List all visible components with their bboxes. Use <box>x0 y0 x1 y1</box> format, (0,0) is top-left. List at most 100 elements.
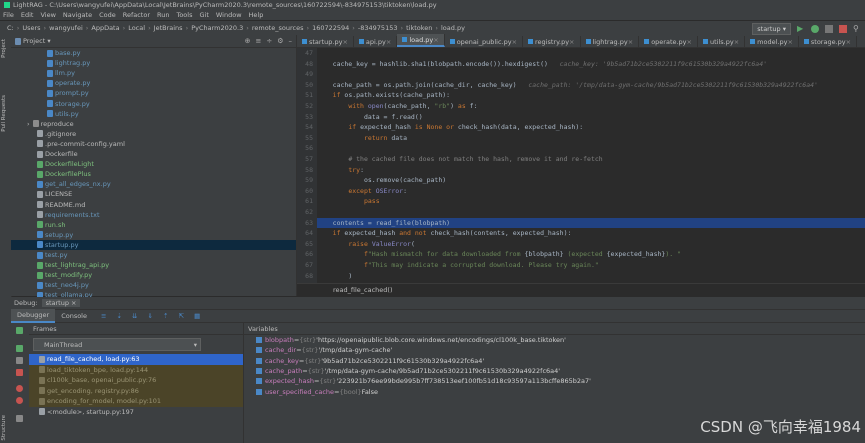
menu-item-git[interactable]: Git <box>199 11 208 19</box>
close-icon[interactable]: × <box>569 38 574 46</box>
editor-tab[interactable]: utils.py × <box>698 36 746 47</box>
project-tree-item[interactable]: README.md <box>11 200 296 210</box>
project-tree-item[interactable]: Dockerfile <box>11 149 296 159</box>
tab-console[interactable]: Console <box>55 310 93 322</box>
close-icon[interactable]: × <box>433 36 438 44</box>
close-icon[interactable]: × <box>846 38 851 46</box>
breadcrumb-item[interactable]: remote_sources <box>249 24 307 32</box>
editor-tab[interactable]: load.py × <box>397 34 445 47</box>
close-icon[interactable]: × <box>687 38 692 46</box>
project-tree-item[interactable]: DockerfileLight <box>11 159 296 169</box>
variable-row[interactable]: cache_path = {str} '/tmp/data-gym-cache/… <box>244 366 865 376</box>
tool-tab-pull-requests[interactable]: Pull Requests <box>1 95 7 132</box>
project-tree-item[interactable]: requirements.txt <box>11 210 296 220</box>
project-tree-item[interactable]: DockerfilePlus <box>11 169 296 179</box>
close-icon[interactable]: × <box>787 38 792 46</box>
rerun-icon[interactable] <box>16 327 23 334</box>
project-title[interactable]: Project <box>23 37 45 45</box>
close-icon[interactable]: × <box>386 38 391 46</box>
editor-tab[interactable]: model.py × <box>745 36 799 47</box>
breadcrumb-item[interactable]: -834975153 <box>355 24 401 32</box>
variable-row[interactable]: blobpath = {str} 'https://openaipublic.b… <box>244 335 865 345</box>
breadcrumb-item[interactable]: tiktoken <box>403 24 435 32</box>
settings-icon[interactable] <box>16 415 23 422</box>
tool-tab-structure[interactable]: Structure <box>1 415 7 441</box>
stop-debug-icon[interactable] <box>16 369 23 376</box>
project-tree-item[interactable]: LICENSE <box>11 189 296 199</box>
breadcrumb-item[interactable]: Local <box>125 24 148 32</box>
thread-select[interactable]: MainThread ▾ <box>33 338 201 351</box>
collapse-icon[interactable]: ≡ <box>255 37 261 45</box>
variable-row[interactable]: cache_dir = {str} '/tmp/data-gym-cache' <box>244 345 865 355</box>
editor-tab[interactable]: lightrag.py × <box>581 36 640 47</box>
stack-frame[interactable]: get_encoding, registry.py:86 <box>29 385 243 396</box>
project-tree-item[interactable]: .gitignore <box>11 129 296 139</box>
project-tree-item[interactable]: lightrag.py <box>11 58 296 68</box>
project-tree-item[interactable]: › reproduce <box>11 119 296 129</box>
stack-frame[interactable]: load_tiktoken_bpe, load.py:144 <box>29 364 243 375</box>
breadcrumb-item[interactable]: load.py <box>438 24 468 32</box>
editor-tab[interactable]: registry.py × <box>523 36 581 47</box>
close-icon[interactable]: × <box>628 38 633 46</box>
resume-icon[interactable] <box>16 345 23 352</box>
breadcrumb-item[interactable]: wangyufei <box>46 24 86 32</box>
tool-tab-project[interactable]: Project <box>1 39 7 58</box>
project-tree-item[interactable]: setup.py <box>11 230 296 240</box>
menu-item-run[interactable]: Run <box>157 11 169 19</box>
project-tree-item[interactable]: test_lightrag_api.py <box>11 260 296 270</box>
debug-config-tab[interactable]: startup × <box>41 299 81 307</box>
editor-tab[interactable]: openai_public.py × <box>445 36 524 47</box>
chevron-right-icon[interactable]: › <box>27 120 30 128</box>
gear-icon[interactable]: ⚙ <box>277 37 283 45</box>
menu-item-navigate[interactable]: Navigate <box>63 11 92 19</box>
minimize-icon[interactable]: – <box>289 37 293 45</box>
stop-icon[interactable] <box>839 25 847 33</box>
menu-item-view[interactable]: View <box>40 11 55 19</box>
stack-frame[interactable]: cl100k_base, openai_public.py:76 <box>29 375 243 386</box>
project-tree-item[interactable]: run.sh <box>11 220 296 230</box>
step-toolbar[interactable]: ≡ ⇣ ⇊ ⇓ ⇡ ⇱ ▦ <box>101 312 204 320</box>
project-tree-item[interactable]: operate.py <box>11 78 296 88</box>
code-area[interactable]: 47 48 cache_key = hashlib.sha1(blobpath.e… <box>305 48 865 284</box>
editor-tab[interactable]: operate.py × <box>639 36 698 47</box>
expand-icon[interactable]: ÷ <box>266 37 272 45</box>
breadcrumb-item[interactable]: JetBrains <box>151 24 186 32</box>
variable-row[interactable]: user_specified_cache = {bool} False <box>244 386 865 396</box>
menu-item-code[interactable]: Code <box>99 11 116 19</box>
project-tree-item[interactable]: llm.py <box>11 68 296 78</box>
locate-icon[interactable]: ⊕ <box>245 37 251 45</box>
debug-icon[interactable] <box>811 25 819 33</box>
coverage-icon[interactable] <box>825 25 833 33</box>
pause-icon[interactable] <box>16 357 23 364</box>
project-tree-item[interactable]: startup.py <box>11 239 296 250</box>
variable-row[interactable]: cache_key = {str} '9b5ad71b2ce5302211f9c… <box>244 356 865 366</box>
menu-item-window[interactable]: Window <box>216 11 242 19</box>
function-breadcrumb[interactable]: read_file_cached() <box>333 286 392 294</box>
run-config-select[interactable]: startup ▾ <box>752 23 791 35</box>
variable-row[interactable]: expected_hash = {str} '223921b76ee99bde9… <box>244 376 865 386</box>
tab-debugger[interactable]: Debugger <box>11 309 56 323</box>
project-tree-item[interactable]: get_all_edges_nx.py <box>11 179 296 189</box>
project-tree-item[interactable]: test_modify.py <box>11 270 296 280</box>
close-icon[interactable]: × <box>734 38 739 46</box>
editor-tab[interactable]: startup.py × <box>297 36 354 47</box>
project-tree-item[interactable]: storage.py <box>11 99 296 109</box>
editor-tab[interactable]: api.py × <box>354 36 398 47</box>
project-tree-item[interactable]: utils.py <box>11 109 296 119</box>
menu-item-help[interactable]: Help <box>249 11 264 19</box>
run-icon[interactable]: ▶ <box>797 25 805 33</box>
breadcrumb-item[interactable]: PyCharm2020.3 <box>188 24 246 32</box>
project-tree-item[interactable]: .pre-commit-config.yaml <box>11 139 296 149</box>
menu-item-edit[interactable]: Edit <box>21 11 34 19</box>
editor-tab[interactable]: storage.py × <box>799 36 858 47</box>
search-icon[interactable]: ⚲ <box>853 25 861 33</box>
mute-breakpoints-icon[interactable] <box>16 397 23 404</box>
stack-frame[interactable]: encoding_for_model, model.py:101 <box>29 396 243 407</box>
breadcrumb-item[interactable]: C: <box>4 24 17 32</box>
stack-frame[interactable]: <module>, startup.py:197 <box>29 407 243 418</box>
breakpoints-icon[interactable] <box>16 385 23 392</box>
stack-frame[interactable]: read_file_cached, load.py:63 <box>29 354 243 365</box>
project-tree-item[interactable]: prompt.py <box>11 88 296 98</box>
breadcrumb-item[interactable]: AppData <box>88 24 122 32</box>
project-tree-item[interactable]: test.py <box>11 250 296 260</box>
